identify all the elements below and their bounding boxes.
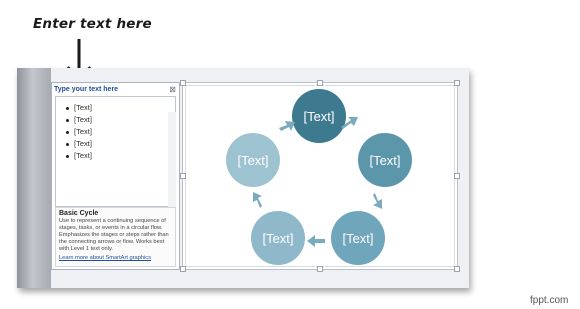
bullet-item[interactable]: [Text] bbox=[66, 126, 92, 138]
bullet-dot-icon bbox=[66, 118, 69, 122]
text-pane-title: Type your text here bbox=[54, 86, 119, 93]
bullet-item[interactable]: [Text] bbox=[66, 150, 92, 162]
bullet-item[interactable]: [Text] bbox=[66, 114, 92, 126]
watermark: fppt.com bbox=[530, 295, 569, 306]
cycle-arrow bbox=[373, 193, 382, 209]
cycle-arrow bbox=[341, 117, 358, 129]
bullet-item[interactable]: [Text] bbox=[66, 102, 92, 114]
bullet-dot-icon bbox=[66, 106, 69, 110]
cycle-arrow bbox=[279, 121, 295, 131]
text-pane: Type your text here ⊠ [Text] [Text] [Tex… bbox=[51, 82, 180, 270]
layout-description: Basic Cycle Use to represent a continuin… bbox=[55, 207, 176, 267]
bullet-dot-icon bbox=[66, 142, 69, 146]
window-edge bbox=[17, 68, 51, 288]
text-entry-area[interactable]: [Text] [Text] [Text] [Text] [Text] bbox=[55, 96, 176, 217]
close-icon[interactable]: ⊠ bbox=[169, 85, 176, 94]
cycle-arrow bbox=[253, 192, 262, 208]
smartart-canvas[interactable]: [Text] [Text] [Text] [Text] [Text] bbox=[180, 80, 460, 272]
callout-label: Enter text here bbox=[33, 16, 152, 32]
learn-more-link[interactable]: Learn more about SmartArt graphics bbox=[59, 255, 175, 261]
bullet-dot-icon bbox=[66, 154, 69, 158]
layout-description-text: Use to represent a continuing sequence o… bbox=[59, 218, 169, 252]
bullet-item[interactable]: [Text] bbox=[66, 138, 92, 150]
cycle-connectors bbox=[253, 117, 382, 247]
cycle-arrow bbox=[307, 235, 325, 247]
layout-title: Basic Cycle bbox=[59, 210, 99, 217]
bullet-list: [Text] [Text] [Text] [Text] [Text] bbox=[66, 102, 92, 162]
bullet-dot-icon bbox=[66, 130, 69, 134]
scrollbar[interactable] bbox=[168, 112, 176, 217]
